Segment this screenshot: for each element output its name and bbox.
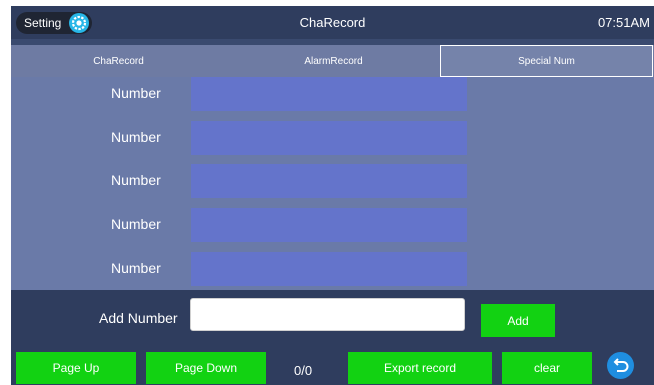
list-item: Number [11, 252, 654, 286]
clock: 07:51AM [597, 15, 650, 30]
number-label: Number [111, 216, 161, 232]
number-field[interactable] [191, 121, 467, 155]
back-icon[interactable] [607, 352, 634, 379]
number-field[interactable] [191, 77, 467, 111]
number-field[interactable] [191, 208, 467, 242]
add-number-input[interactable] [190, 298, 465, 331]
add-number-label: Add Number [99, 310, 178, 326]
number-list: Number Number Number Number Number [11, 77, 654, 290]
tab-bar: ChaRecord AlarmRecord Special Num [11, 45, 654, 77]
list-item: Number [11, 121, 654, 155]
list-item: Number [11, 208, 654, 242]
page-up-button[interactable]: Page Up [16, 352, 136, 384]
top-bar: Setting ChaRecord 07:51AM [11, 6, 654, 39]
add-button[interactable]: Add [481, 304, 555, 337]
number-field[interactable] [191, 252, 467, 286]
export-record-button[interactable]: Export record [348, 352, 492, 384]
tab-alarmrecord[interactable]: AlarmRecord [226, 45, 441, 77]
number-label: Number [111, 172, 161, 188]
tab-special-num[interactable]: Special Num [440, 45, 653, 77]
number-field[interactable] [191, 164, 467, 198]
number-label: Number [111, 85, 161, 101]
bottom-panel: Add Number Add Page Up Page Down 0/0 Exp… [11, 290, 654, 385]
number-label: Number [111, 129, 161, 145]
clear-button[interactable]: clear [502, 352, 592, 384]
page-down-button[interactable]: Page Down [146, 352, 266, 384]
list-item: Number [11, 164, 654, 198]
tab-charecord[interactable]: ChaRecord [11, 45, 226, 77]
number-label: Number [111, 260, 161, 276]
page-count: 0/0 [294, 363, 313, 378]
app-frame: Setting ChaRecord 07:51AM ChaRecord Alar… [11, 6, 654, 385]
list-item: Number [11, 77, 654, 111]
page-title: ChaRecord [299, 15, 366, 30]
